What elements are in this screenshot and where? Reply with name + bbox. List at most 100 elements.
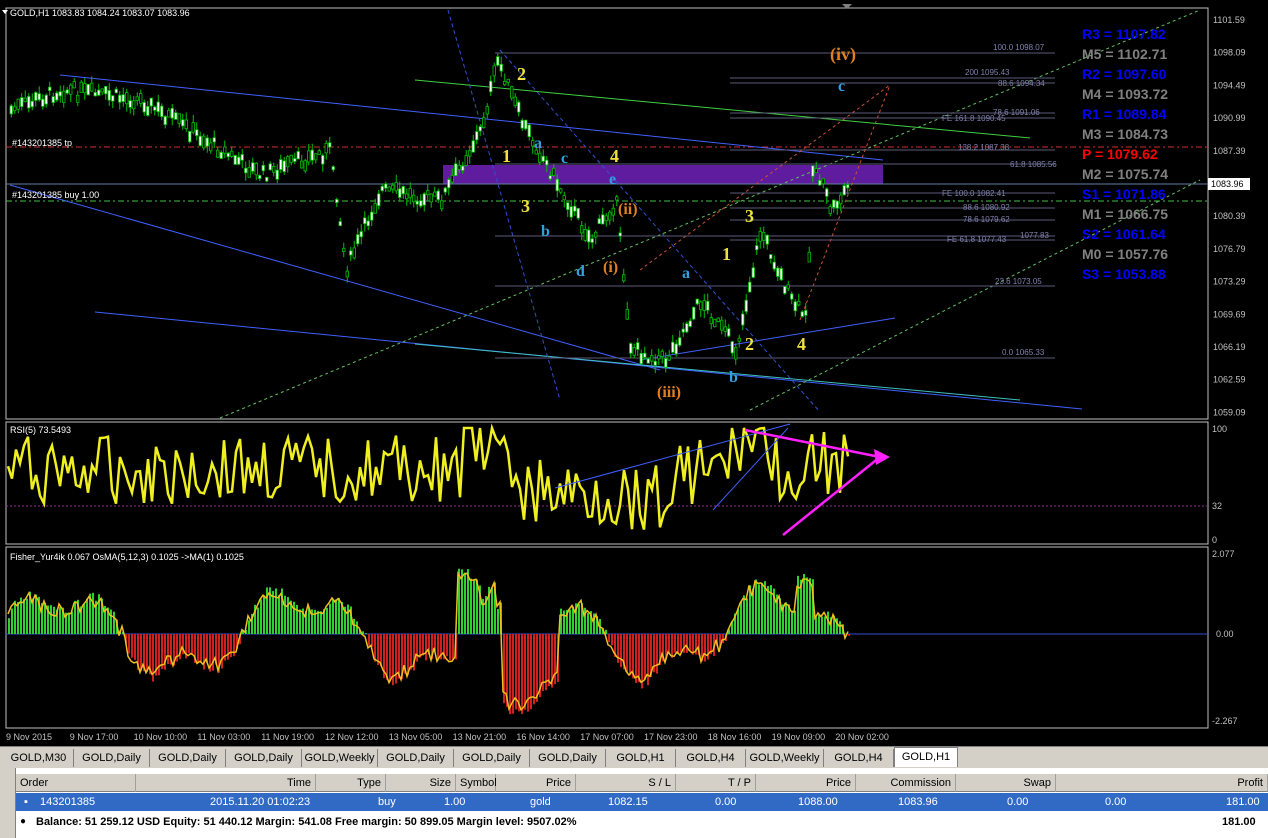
chart-tabs: GOLD,M30 GOLD,Daily GOLD,Daily GOLD,Daily GO…: [0, 746, 1268, 768]
order-sl: 0.00: [715, 796, 737, 808]
wave-label-1b: 1: [722, 244, 731, 264]
chart-tab[interactable]: GOLD,H1: [606, 749, 676, 767]
trendline-dotted-green[interactable]: [219, 9, 1201, 419]
pivot-label: M2 = 1075.74: [1082, 166, 1168, 182]
rsi-divergence-line-2[interactable]: [712, 427, 789, 511]
chart-menu-icon[interactable]: [2, 10, 8, 14]
column-header[interactable]: T / P: [676, 774, 756, 792]
chart-tab[interactable]: GOLD,H4: [676, 749, 746, 767]
order-tp: 1088.00: [798, 796, 838, 808]
chart-area[interactable]: 1101.59 1098.09 1094.49 1090.99 1087.39 1080.…: [0, 0, 1268, 746]
pivot-label: M3 = 1084.73: [1082, 126, 1168, 142]
wave-label-a: a: [534, 135, 542, 152]
wave-label-2: 2: [517, 64, 526, 84]
column-header[interactable]: Swap: [956, 774, 1056, 792]
fib-label: 138.2 1087.38: [958, 143, 1010, 152]
wave-label-i: (i): [603, 259, 618, 276]
metatrader-window: 1101.59 1098.09 1094.49 1090.99 1087.39 1080.…: [0, 0, 1268, 838]
column-header[interactable]: Commission: [856, 774, 956, 792]
chart-tab[interactable]: GOLD,Daily: [226, 749, 302, 767]
pivot-label: M0 = 1057.76: [1082, 246, 1168, 262]
fisher-tick-zero: 0.00: [1216, 629, 1234, 639]
wave-label-iv: (iv): [830, 44, 856, 65]
time-tick: 17 Nov 07:00: [580, 732, 634, 742]
trendline-channel[interactable]: [9, 184, 661, 371]
time-tick: 12 Nov 12:00: [325, 732, 379, 742]
fisher-histogram: [8, 568, 850, 715]
column-header[interactable]: Order: [16, 774, 136, 792]
rsi-arrow-icon: [874, 449, 890, 465]
price-tick: 1090.99: [1213, 113, 1246, 123]
column-header[interactable]: Profit: [1056, 774, 1268, 792]
chart-canvas[interactable]: 1101.59 1098.09 1094.49 1090.99 1087.39 1080.…: [0, 0, 1268, 746]
column-header[interactable]: Price: [756, 774, 856, 792]
rsi-axis: 100 32 0: [1212, 424, 1227, 545]
main-chart-frame: [5, 7, 1209, 420]
time-tick: 13 Nov 05:00: [389, 732, 443, 742]
pivot-label: M1 = 1066.75: [1082, 206, 1168, 222]
resistance-zone[interactable]: [443, 165, 883, 184]
order-swap: 0.00: [1105, 796, 1127, 808]
rsi-tick-32: 32: [1212, 501, 1222, 511]
price-candles: [9, 53, 850, 374]
trade-row[interactable]: ▪ 143201385 2015.11.20 01:02:23 buy 1.00…: [16, 793, 1268, 811]
rsi-divergence-line[interactable]: [554, 423, 791, 489]
chart-tab[interactable]: GOLD,H4: [824, 749, 894, 767]
column-header[interactable]: Time: [142, 774, 316, 792]
time-tick: 17 Nov 23:00: [644, 732, 698, 742]
rsi-title: RSI(5) 73.5493: [10, 425, 71, 435]
wave-label-3: 3: [521, 196, 530, 216]
rsi-tick-0: 0: [1212, 535, 1217, 545]
wave-label-d: d: [576, 263, 585, 280]
pivot-label: M4 = 1093.72: [1082, 86, 1168, 102]
trendline-cyan[interactable]: [414, 343, 1021, 401]
fib-label: 23.6 1073.05: [995, 277, 1042, 286]
column-header[interactable]: Price: [496, 774, 576, 792]
order-time: 2015.11.20 01:02:23: [210, 796, 311, 808]
chart-tab[interactable]: GOLD,H1: [894, 747, 958, 767]
wave-label-4b: 4: [797, 334, 806, 354]
column-header[interactable]: S / L: [576, 774, 676, 792]
order-type: buy: [378, 796, 396, 808]
wave-label-1: 1: [502, 146, 511, 166]
price-tick: 1080.39: [1213, 211, 1246, 221]
current-price-text: 1083.96: [1211, 179, 1244, 189]
order-profit: 181.00: [1226, 796, 1260, 808]
wave-label-e: e: [609, 171, 616, 188]
trendline-dash-blue[interactable]: [447, 9, 561, 401]
pivot-label: S2 = 1061.64: [1082, 226, 1166, 242]
chart-tab[interactable]: GOLD,Weekly: [746, 749, 824, 767]
column-header[interactable]: Size: [386, 774, 456, 792]
time-tick: 9 Nov 2015: [6, 732, 52, 742]
column-header[interactable]: Type: [316, 774, 386, 792]
pivot-label: R3 = 1107.82: [1082, 26, 1166, 42]
time-tick: 9 Nov 17:00: [70, 732, 119, 742]
wave-label-4: 4: [610, 146, 619, 166]
price-tick: 1076.79: [1213, 244, 1246, 254]
wave-label-b2: b: [729, 369, 738, 386]
rsi-tick-100: 100: [1212, 424, 1227, 434]
fib-label: 78.6 1079.62: [963, 215, 1010, 224]
time-tick: 16 Nov 14:00: [516, 732, 570, 742]
wave-label-ii: (ii): [618, 201, 638, 218]
fib-label: 100.0 1098.07: [993, 43, 1045, 52]
chart-tab[interactable]: GOLD,Daily: [378, 749, 454, 767]
fib-label: FE 161.8 1090.45: [942, 114, 1006, 123]
time-tick: 19 Nov 09:00: [772, 732, 826, 742]
terminal-side-strip[interactable]: [0, 768, 16, 838]
chart-tab[interactable]: GOLD,Daily: [150, 749, 226, 767]
chart-tab[interactable]: GOLD,Daily: [74, 749, 150, 767]
column-header[interactable]: Symbol: [456, 774, 497, 792]
fisher-tick-bottom: -2.267: [1212, 716, 1238, 726]
order-price: 1082.15: [608, 796, 648, 808]
order-size: 1.00: [444, 796, 466, 808]
tp-label: #143201385 tp: [12, 138, 72, 148]
chart-tab[interactable]: GOLD,Daily: [530, 749, 606, 767]
time-tick: 18 Nov 16:00: [708, 732, 762, 742]
fib-label: 200 1095.43: [965, 68, 1010, 77]
trendline-green[interactable]: [414, 79, 1031, 139]
chart-tab[interactable]: GOLD,Daily: [454, 749, 530, 767]
time-tick: 20 Nov 02:00: [835, 732, 889, 742]
chart-tab[interactable]: GOLD,Weekly: [302, 749, 378, 767]
chart-tab[interactable]: GOLD,M30: [4, 749, 74, 767]
